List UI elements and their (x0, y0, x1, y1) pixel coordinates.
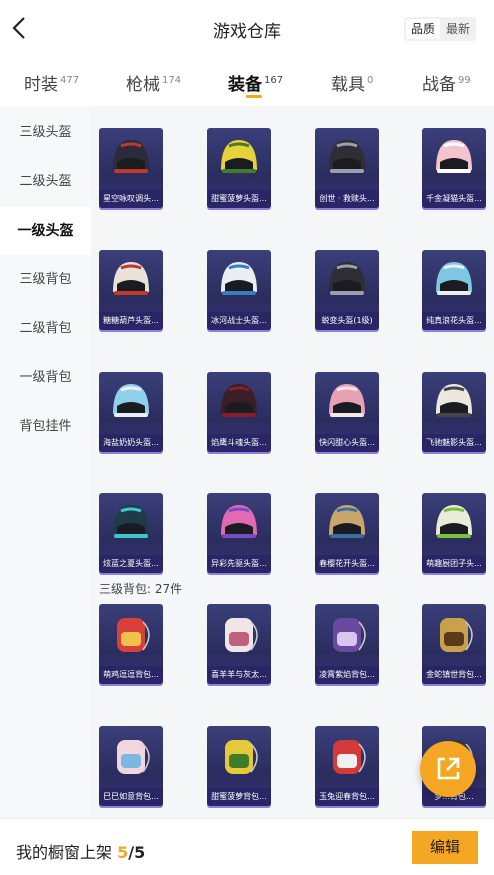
item-card[interactable]: 飞驰魅影头盔... (422, 372, 486, 452)
item-name: 冰河战士头盔... (207, 312, 271, 330)
tab-firearms[interactable]: 枪械 174 (126, 70, 181, 95)
backpack-pineapple-icon (225, 740, 258, 774)
share-icon (437, 757, 460, 780)
item-card[interactable]: 凌霄紫焰背包... (315, 604, 379, 684)
bottom-bar: 我的橱窗上架 5/5 编辑 (0, 818, 494, 875)
item-card[interactable]: 金蛇镇世背包... (422, 604, 486, 684)
item-name: 甜蜜菠萝背包... (207, 788, 271, 806)
item-name: 玉兔迎春背包... (315, 788, 379, 806)
item-name: 糖糖葫芦头盔... (99, 312, 163, 330)
item-card[interactable]: 糖糖葫芦头盔... (99, 250, 163, 330)
helmet-white-icon (436, 384, 472, 417)
helmet-pink-cat-icon (436, 140, 472, 173)
backpack-pink-icon (117, 740, 150, 774)
sidebar-item-level3-backpack[interactable]: 三级背包 (0, 256, 91, 304)
tab-equipment[interactable]: 装备 167 (228, 70, 283, 95)
helmet-purple-icon (221, 505, 257, 538)
item-name: 纯真浪花头盔... (422, 312, 486, 330)
item-name: 蜕变头盔(1级) (315, 312, 379, 330)
item-name: 萌趣厨团子头... (422, 555, 486, 573)
item-name: 星空咏叹调头... (99, 190, 163, 208)
item-name: 喜羊羊与灰太... (207, 666, 271, 684)
share-button[interactable] (420, 741, 476, 797)
tab-supplies[interactable]: 战备 99 (422, 70, 471, 95)
sidebar-item-level3-helmet[interactable]: 三级头盔 (0, 109, 91, 157)
backpack-chicken-icon (117, 618, 150, 652)
sidebar-item-level2-helmet[interactable]: 二级头盔 (0, 158, 91, 206)
item-name: 炫蓝之夏头盔... (99, 555, 163, 573)
item-card[interactable]: 巳巳如意背包... (99, 726, 163, 806)
item-card[interactable]: 纯真浪花头盔... (422, 250, 486, 330)
active-tab-indicator (246, 95, 262, 98)
item-name: 飞驰魅影头盔... (422, 434, 486, 452)
item-name: 创世 · 救赎头... (315, 190, 379, 208)
top-bar: 游戏仓库 品质 最新 (0, 0, 494, 58)
category-tabs: 时装 477 枪械 174 装备 167 载具 0 战备 99 (0, 58, 494, 106)
item-name: 焰鹰斗魂头盔... (207, 434, 271, 452)
item-card[interactable]: 甜蜜菠萝头盔... (207, 128, 271, 208)
backpack-purple-icon (333, 618, 366, 652)
item-card[interactable]: 玉兔迎春背包... (315, 726, 379, 806)
item-card[interactable]: 星空咏叹调头... (99, 128, 163, 208)
helmet-light-blue-icon (436, 262, 472, 295)
tab-fashion[interactable]: 时装 477 (24, 70, 79, 95)
sidebar-item-level2-backpack[interactable]: 二级背包 (0, 305, 91, 353)
backpack-red-icon (333, 740, 366, 774)
sort-toggle: 品质 最新 (404, 17, 476, 41)
item-card[interactable]: 春樱花开头盔... (315, 493, 379, 573)
item-name: 甜蜜菠萝头盔... (207, 190, 271, 208)
item-card[interactable]: 蜕变头盔(1级) (315, 250, 379, 330)
item-card[interactable]: 萌鸡逗逗背包... (99, 604, 163, 684)
item-card[interactable]: 千金凝猫头盔... (422, 128, 486, 208)
sidebar-item-level1-backpack[interactable]: 一级背包 (0, 354, 91, 402)
item-card[interactable]: 甜蜜菠萝背包... (207, 726, 271, 806)
item-name: 异彩先驱头盔... (207, 555, 271, 573)
item-name: 快闪甜心头盔... (315, 434, 379, 452)
section-title-level3-backpack: 三级背包: 27件 (99, 582, 183, 596)
helmet-sky-blue-icon (113, 384, 149, 417)
sort-quality-button[interactable]: 品质 (406, 19, 440, 39)
item-name: 春樱花开头盔... (315, 555, 379, 573)
backpack-sheep-icon (225, 618, 258, 652)
item-name: 金蛇镇世背包... (422, 666, 486, 684)
item-name: 凌霄紫焰背包... (315, 666, 379, 684)
edit-button[interactable]: 编辑 (412, 831, 478, 864)
showcase-status: 我的橱窗上架 5/5 (16, 843, 146, 862)
helmet-black-icon (329, 262, 365, 295)
item-card[interactable]: 异彩先驱头盔... (207, 493, 271, 573)
item-grid: 三级背包: 27件 星空咏叹调头... 甜蜜菠萝头盔... 创世 · 救赎头..… (91, 106, 494, 818)
item-card[interactable]: 喜羊羊与灰太... (207, 604, 271, 684)
helmet-pink-icon (329, 384, 365, 417)
tab-vehicles[interactable]: 载具 0 (331, 70, 373, 95)
sidebar: 三级头盔 二级头盔 一级头盔 三级背包 二级背包 一级背包 背包挂件 (0, 106, 91, 818)
item-name: 千金凝猫头盔... (422, 190, 486, 208)
helmet-black-icon (329, 140, 365, 173)
item-card[interactable]: 创世 · 救赎头... (315, 128, 379, 208)
item-name: 海盐奶奶头盔... (99, 434, 163, 452)
backpack-gold-snake-icon (440, 618, 473, 652)
helmet-red-white-icon (113, 262, 149, 295)
sidebar-item-backpack-charm[interactable]: 背包挂件 (0, 403, 91, 451)
item-card[interactable]: 焰鹰斗魂头盔... (207, 372, 271, 452)
item-name: 萌鸡逗逗背包... (99, 666, 163, 684)
helmet-green-icon (436, 505, 472, 538)
helmet-pineapple-icon (221, 140, 257, 173)
helmet-teal-icon (113, 505, 149, 538)
item-name: 巳巳如意背包... (99, 788, 163, 806)
helmet-dark-red-icon (221, 384, 257, 417)
sidebar-item-level1-helmet[interactable]: 一级头盔 (0, 207, 91, 255)
item-card[interactable]: 海盐奶奶头盔... (99, 372, 163, 452)
item-card[interactable]: 萌趣厨团子头... (422, 493, 486, 573)
item-card[interactable]: 炫蓝之夏头盔... (99, 493, 163, 573)
item-card[interactable]: 冰河战士头盔... (207, 250, 271, 330)
sort-newest-button[interactable]: 最新 (441, 19, 475, 39)
helmet-black-wings-icon (113, 140, 149, 173)
helmet-blue-white-icon (221, 262, 257, 295)
helmet-gold-icon (329, 505, 365, 538)
item-card[interactable]: 快闪甜心头盔... (315, 372, 379, 452)
